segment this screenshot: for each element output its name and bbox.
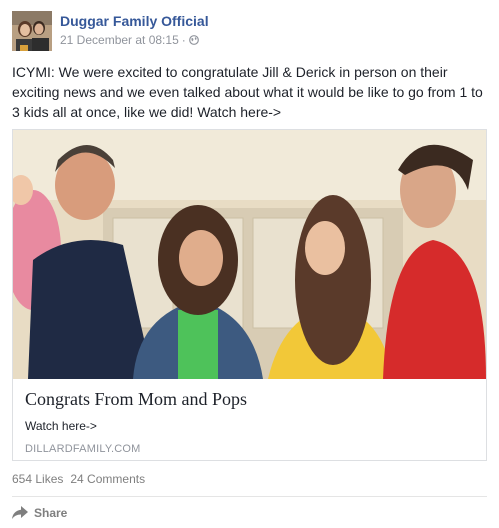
likes-count[interactable]: 654 Likes [12,472,63,486]
link-domain: DILLARDFAMILY.COM [25,443,141,455]
page-name-link[interactable]: Duggar Family Official [60,13,209,29]
comments-count[interactable]: 24 Comments [70,472,145,486]
post-text: ICYMI: We were excited to congratulate J… [12,64,483,120]
meta-separator: · [181,33,186,47]
post-header: Duggar Family Official 21 December at 08… [12,9,487,51]
link-preview-card[interactable]: Congrats From Mom and Pops Watch here-> … [12,129,487,461]
link-title[interactable]: Congrats From Mom and Pops [25,386,475,412]
link-preview-image[interactable] [13,130,486,379]
post-stats: 654 Likes 24 Comments [12,472,145,486]
avatar[interactable] [12,11,52,51]
share-arrow-icon [12,506,28,519]
post-timestamp[interactable]: 21 December at 08:15 [60,33,179,47]
share-button[interactable]: Share [12,504,67,522]
link-info: Congrats From Mom and Pops Watch here-> … [25,386,475,455]
link-description: Watch here-> [25,419,97,433]
divider [12,496,487,497]
share-label: Share [34,506,68,520]
post-meta: 21 December at 08:15 · [60,33,199,47]
globe-icon[interactable] [188,35,199,45]
